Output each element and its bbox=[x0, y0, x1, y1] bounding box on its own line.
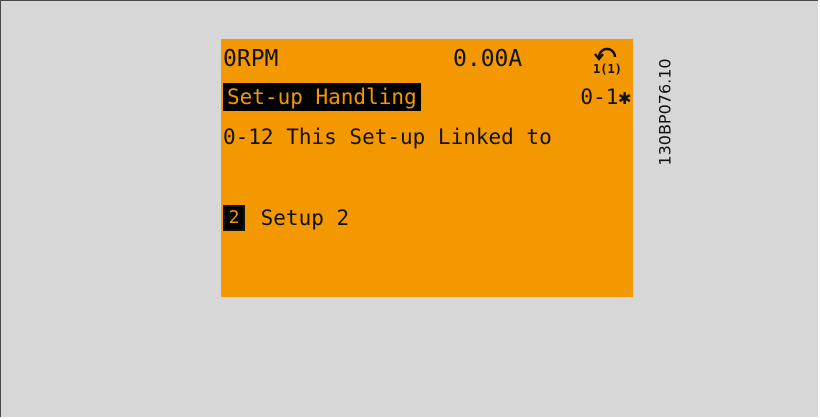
lcp-display: 0RPM 0.00A 1(1) Set-up Handling 0-1✱ 0-1… bbox=[221, 39, 633, 297]
figure-id-text: 130BP076.10 bbox=[655, 58, 675, 166]
menu-title: Set-up Handling bbox=[223, 83, 421, 111]
value-index-box: 2 bbox=[223, 205, 245, 231]
figure-id-label: 130BP076.10 bbox=[653, 37, 677, 187]
setup-indicator-text: 1(1) bbox=[593, 62, 622, 75]
motor-speed-readout: 0RPM bbox=[223, 46, 279, 72]
figure-frame: 0RPM 0.00A 1(1) Set-up Handling 0-1✱ 0-1… bbox=[0, 0, 818, 417]
setup-cycle-icon: 1(1) bbox=[589, 45, 629, 76]
parameter-value[interactable]: 2 Setup 2 bbox=[223, 203, 349, 233]
parameter-name: 0-12 This Set-up Linked to bbox=[223, 125, 552, 149]
value-label: Setup 2 bbox=[260, 206, 350, 230]
menu-header: Set-up Handling 0-1✱ bbox=[223, 83, 633, 111]
menu-group-code: 0-1✱ bbox=[580, 85, 631, 109]
status-line: 0RPM 0.00A 1(1) bbox=[221, 43, 633, 76]
motor-current-readout: 0.00A bbox=[453, 46, 523, 72]
